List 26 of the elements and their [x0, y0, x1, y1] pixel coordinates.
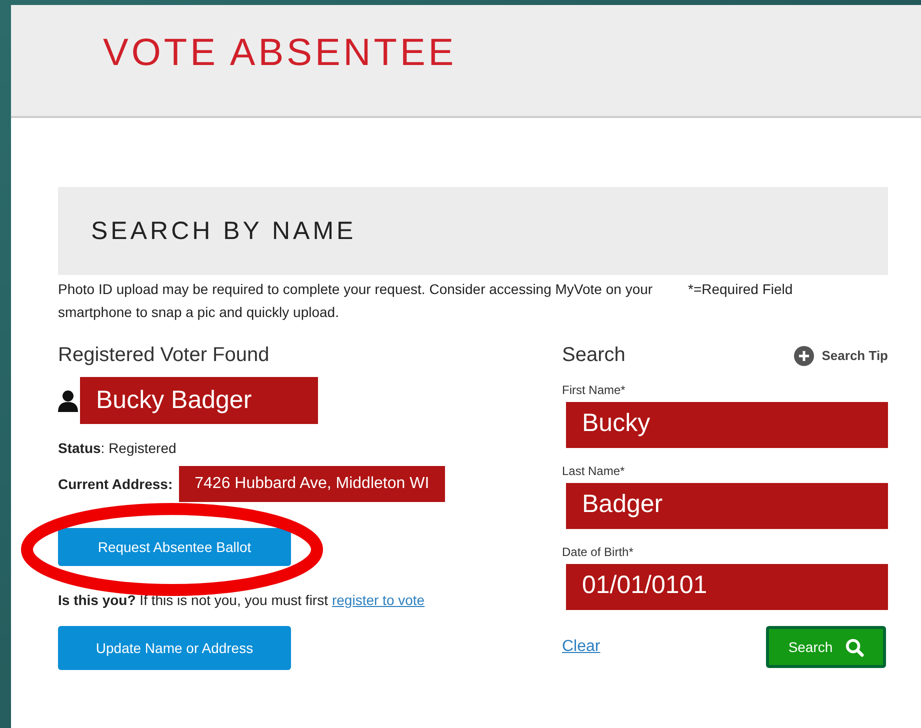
- input-field[interactable]: Badger: [566, 483, 888, 529]
- clear-link[interactable]: Clear: [562, 638, 600, 656]
- voter-name: Bucky Badger: [80, 377, 318, 424]
- search-button[interactable]: Search: [766, 626, 886, 668]
- address-value: 7426 Hubbard Ave, Middleton WI: [178, 466, 446, 502]
- plus-icon[interactable]: [794, 346, 814, 366]
- register-link[interactable]: register to vote: [332, 592, 425, 608]
- person-icon: [58, 390, 78, 412]
- request-ballot-button[interactable]: Request Absentee Ballot: [58, 528, 291, 566]
- input-field[interactable]: 01/01/0101: [566, 564, 888, 610]
- input-field[interactable]: Bucky: [566, 402, 888, 448]
- field-label: First Name*: [562, 383, 626, 397]
- status-text: Status: Registered: [58, 440, 176, 456]
- field-label: Last Name*: [562, 464, 626, 478]
- page-title: VOTE ABSENTEE: [103, 32, 457, 75]
- search-icon: [844, 638, 864, 656]
- field-label: Date of Birth*: [562, 545, 634, 559]
- search-tip-link[interactable]: Search Tip: [822, 348, 888, 363]
- notice-text: Photo ID upload may be required to complete your request. Consider accessing MyVote on your smartphone to snap a pic and quickly upload.: [58, 280, 654, 322]
- required-note: *=Required Field: [688, 280, 793, 299]
- address-label: Current Address:: [58, 476, 173, 492]
- voter-heading: Registered Voter Found: [58, 344, 270, 367]
- update-button[interactable]: Update Name or Address: [58, 626, 291, 670]
- section-title: SEARCH BY NAME: [91, 216, 356, 246]
- search-heading: Search: [562, 344, 626, 367]
- confirm-text: Is this you? If this is not you, you must first: [58, 592, 328, 608]
